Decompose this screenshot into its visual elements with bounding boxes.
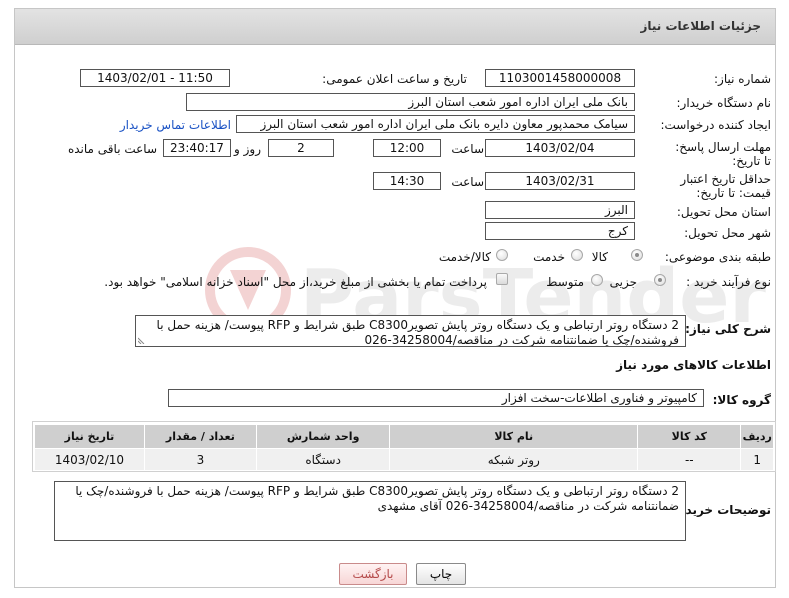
category-radio-goods[interactable]: [631, 249, 643, 261]
general-desc-line-2: فروشنده/چک یا ضمانتنامه شرکت در مناقصه/3…: [364, 333, 679, 347]
hours-remaining-label: ساعت باقی مانده: [67, 142, 157, 156]
items-table: ردیف کد کالا نام کالا واحد شمارش تعداد /…: [34, 424, 774, 471]
general-desc-textarea[interactable]: 2 دستگاه روتر ارتباطی و یک دستگاه روتر پ…: [135, 315, 686, 347]
reply-date-field: 1403/02/04: [485, 139, 635, 157]
category-goods-service-label: کالا/خدمت: [438, 250, 491, 264]
cell-date: 1403/02/10: [34, 448, 145, 471]
days-field: 2: [268, 139, 334, 157]
table-header-row: ردیف کد کالا نام کالا واحد شمارش تعداد /…: [34, 424, 774, 449]
page-title: جزئیات اطلاعات نیاز: [640, 19, 761, 33]
validity-date-field: 1403/02/31: [485, 172, 635, 190]
validity-time-label: ساعت: [451, 175, 484, 189]
buyer-notes-line-2: ضمانتنامه شرکت در مناقصه/34258004-026 آق…: [377, 499, 679, 513]
goods-group-field: کامپیوتر و فناوری اطلاعات-سخت افزار: [168, 389, 704, 407]
print-button[interactable]: چاپ: [416, 563, 466, 585]
col-name-header: نام کالا: [389, 424, 639, 449]
cell-row: 1: [740, 448, 774, 471]
buyer-notes-line-1: 2 دستگاه روتر ارتباطی و یک دستگاه روتر پ…: [75, 484, 679, 498]
back-button[interactable]: بازگشت: [339, 563, 407, 585]
table-row[interactable]: 1 -- روتر شبکه دستگاه 3 1403/02/10: [34, 448, 774, 471]
day-and-label: روز و: [234, 142, 261, 156]
resize-grip-icon[interactable]: [138, 336, 146, 344]
category-goods-label: کالا: [591, 250, 608, 264]
col-code-header: کد کالا: [637, 424, 742, 449]
need-number-label: شماره نیاز:: [714, 72, 771, 86]
cell-code: --: [637, 448, 742, 471]
requester-label: ایجاد کننده درخواست:: [660, 118, 771, 132]
col-unit-header: واحد شمارش: [255, 424, 391, 449]
need-number-field: 1103001458000008: [485, 69, 635, 87]
reply-time-label: ساعت: [451, 142, 484, 156]
treasury-payment-checkbox[interactable]: [496, 273, 508, 285]
header-bar: جزئیات اطلاعات نیاز: [15, 9, 775, 45]
general-desc-label: شرح کلی نیاز:: [685, 322, 771, 336]
announce-datetime-field: 1403/02/01 - 11:50: [80, 69, 230, 87]
buyer-contact-link[interactable]: اطلاعات تماس خریدار: [120, 118, 231, 132]
category-service-label: خدمت: [533, 250, 565, 264]
category-radio-service[interactable]: [571, 249, 583, 261]
announce-datetime-label: تاریخ و ساعت اعلان عمومی:: [322, 72, 467, 86]
buyer-notes-textarea[interactable]: 2 دستگاه روتر ارتباطی و یک دستگاه روتر پ…: [54, 481, 686, 541]
buyer-org-label: نام دستگاه خریدار:: [676, 96, 772, 110]
city-label: شهر محل تحویل:: [684, 226, 771, 240]
cell-unit: دستگاه: [255, 448, 391, 471]
category-radio-goods-service[interactable]: [496, 249, 508, 261]
province-field: البرز: [485, 201, 635, 219]
reply-time-field: 12:00: [373, 139, 441, 157]
city-field: کرج: [485, 222, 635, 240]
validity-time-field: 14:30: [373, 172, 441, 190]
general-desc-line-1: 2 دستگاه روتر ارتباطی و یک دستگاه روتر پ…: [156, 318, 679, 332]
purchase-minor-label: جزیی: [609, 275, 637, 289]
cell-qty: 3: [143, 448, 257, 471]
price-validity-label: حداقل تاریخ اعتبار قیمت: تا تاریخ:: [680, 172, 771, 200]
purchase-medium-label: متوسط: [546, 275, 584, 289]
category-label: طبقه بندی موضوعی:: [664, 250, 771, 264]
countdown-field: 23:40:17: [163, 139, 231, 157]
reply-deadline-label: مهلت ارسال پاسخ: تا تاریخ:: [675, 140, 771, 168]
buyer-org-field: بانک ملی ایران اداره امور شعب استان البر…: [186, 93, 635, 111]
purchase-radio-medium[interactable]: [591, 274, 603, 286]
col-date-header: تاریخ نیاز: [34, 424, 145, 449]
goods-info-title: اطلاعات کالاهای مورد نیاز: [616, 358, 771, 372]
col-qty-header: تعداد / مقدار: [143, 424, 257, 449]
goods-group-label: گروه کالا:: [712, 393, 771, 407]
purchase-radio-minor[interactable]: [654, 274, 666, 286]
province-label: استان محل تحویل:: [676, 205, 771, 219]
cell-name: روتر شبکه: [389, 448, 639, 471]
requester-field: سیامک محمدپور معاون دایره بانک ملی ایران…: [236, 115, 635, 133]
col-row-header: ردیف: [740, 424, 774, 449]
purchase-type-label: نوع فرآیند خرید :: [686, 275, 771, 289]
treasury-payment-note: پرداخت تمام یا بخشی از مبلغ خرید،از محل …: [104, 275, 487, 289]
